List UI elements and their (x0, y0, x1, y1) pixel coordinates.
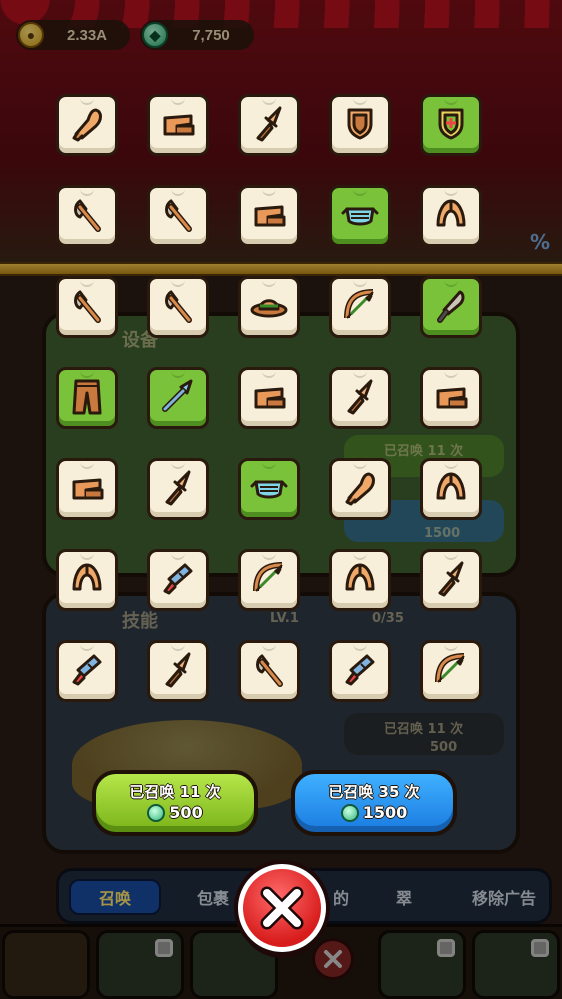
reward-card[interactable] (147, 549, 209, 611)
reward-card[interactable] (56, 185, 118, 247)
dagger-icon (430, 557, 472, 603)
mask-icon (248, 466, 290, 512)
helmet-icon (430, 193, 472, 239)
reward-card[interactable] (238, 549, 300, 611)
axe-icon (248, 648, 290, 694)
dagger-icon (157, 648, 199, 694)
reward-card[interactable] (238, 94, 300, 156)
brick-icon (248, 375, 290, 421)
axe-icon (157, 193, 199, 239)
reward-card[interactable] (329, 549, 391, 611)
reward-card[interactable] (329, 458, 391, 520)
dagger-icon (248, 102, 290, 148)
brick-icon (248, 193, 290, 239)
reward-card[interactable] (329, 94, 391, 156)
brick-icon (157, 102, 199, 148)
dagger-icon (157, 466, 199, 512)
knife-icon (430, 284, 472, 330)
axe-icon (157, 284, 199, 330)
helmet-icon (430, 466, 472, 512)
gem-icon (340, 804, 359, 822)
summon-35-label: 已召唤 35 次 (328, 783, 420, 801)
reward-card[interactable] (329, 185, 391, 247)
reward-card[interactable] (56, 94, 118, 156)
blaster-icon (157, 557, 199, 603)
pants-icon (66, 375, 108, 421)
spear-icon (157, 375, 199, 421)
reward-card[interactable] (56, 549, 118, 611)
reward-card[interactable] (238, 276, 300, 338)
reward-card[interactable] (147, 640, 209, 702)
axe-icon (66, 284, 108, 330)
hat-icon (248, 284, 290, 330)
club-icon (66, 102, 108, 148)
dagger-icon (339, 375, 381, 421)
reward-card[interactable] (147, 367, 209, 429)
reward-card[interactable] (420, 458, 482, 520)
reward-card[interactable] (420, 549, 482, 611)
reward-card[interactable] (238, 458, 300, 520)
brick-icon (66, 466, 108, 512)
summon-35-cost: 1500 (362, 803, 408, 822)
reward-card[interactable] (56, 640, 118, 702)
reward-card[interactable] (329, 367, 391, 429)
reward-card[interactable] (329, 640, 391, 702)
reward-card[interactable] (147, 94, 209, 156)
axe-icon (66, 193, 108, 239)
reward-card[interactable] (420, 185, 482, 247)
reward-card[interactable] (238, 367, 300, 429)
bow-icon (430, 648, 472, 694)
bow-icon (339, 284, 381, 330)
brick-icon (430, 375, 472, 421)
summon-35-button[interactable]: 已召唤 35 次 1500 (291, 770, 457, 836)
blaster-icon (339, 648, 381, 694)
reward-card[interactable] (56, 276, 118, 338)
bow-icon (248, 557, 290, 603)
reward-card[interactable] (238, 185, 300, 247)
reward-card[interactable] (56, 367, 118, 429)
mask-icon (339, 193, 381, 239)
summon-11-label: 已召唤 11 次 (129, 783, 221, 801)
reward-card[interactable] (238, 640, 300, 702)
shield-plus-icon (430, 102, 472, 148)
shield-icon (339, 102, 381, 148)
reward-card[interactable] (420, 276, 482, 338)
summon-11-button[interactable]: 已召唤 11 次 500 (92, 770, 258, 836)
reward-card[interactable] (420, 94, 482, 156)
reward-card[interactable] (420, 367, 482, 429)
blaster-icon (66, 648, 108, 694)
reward-card[interactable] (56, 458, 118, 520)
close-button[interactable] (238, 864, 326, 952)
reward-card[interactable] (147, 185, 209, 247)
summon-11-cost: 500 (169, 803, 203, 822)
reward-card[interactable] (147, 458, 209, 520)
reward-card[interactable] (420, 640, 482, 702)
gem-icon (147, 804, 166, 822)
close-icon (260, 886, 304, 930)
reward-card[interactable] (329, 276, 391, 338)
club-icon (339, 466, 381, 512)
reward-card[interactable] (147, 276, 209, 338)
helmet-icon (66, 557, 108, 603)
helmet-icon (339, 557, 381, 603)
